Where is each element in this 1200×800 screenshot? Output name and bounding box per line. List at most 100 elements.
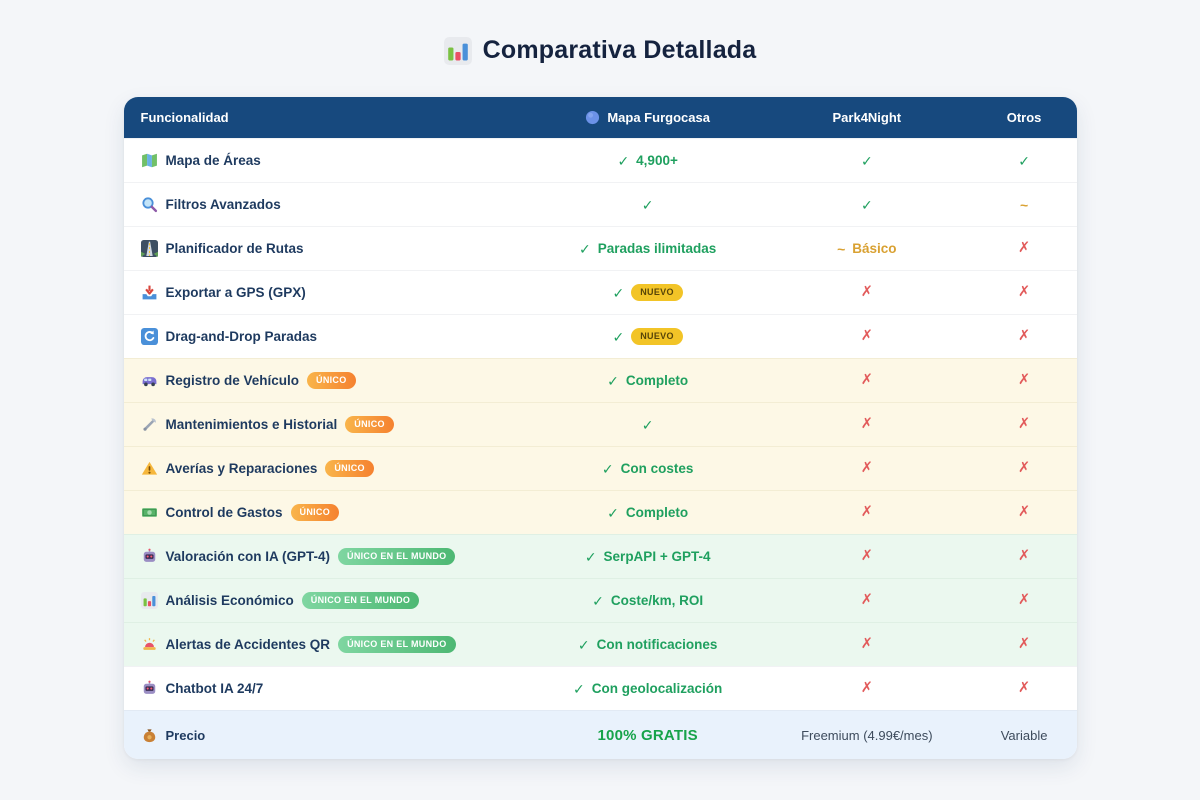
furgocasa-cell: ✓ Completo xyxy=(533,505,762,520)
otros-cell: ✗ xyxy=(972,241,1077,256)
check-mark: ✓ xyxy=(601,460,614,477)
cross-mark: ✗ xyxy=(860,504,873,521)
otros-cell: ✓ xyxy=(972,154,1077,168)
price-value: 100% GRATIS xyxy=(597,726,698,744)
table-row: Valoración con IA (GPT-4) ÚNICO EN EL MUN… xyxy=(123,534,1077,578)
warning-icon xyxy=(141,460,158,477)
feature-label: Filtros Avanzados xyxy=(165,197,281,212)
check-mark: ✓ xyxy=(860,152,873,169)
check-mark: ✓ xyxy=(592,592,604,609)
header-otros: Otros xyxy=(972,110,1077,125)
feature-cell: Alertas de Accidentes QR ÚNICO EN EL MUND… xyxy=(124,636,534,653)
price-value: Freemium (4.99€/mes) xyxy=(801,727,933,743)
header-furgocasa-label: Mapa Furgocasa xyxy=(607,110,710,125)
feature-cell: Registro de Vehículo ÚNICO xyxy=(124,372,534,389)
feature-cell: Filtros Avanzados xyxy=(124,196,534,213)
reload-icon xyxy=(140,328,158,345)
value-text: SerpAPI + GPT-4 xyxy=(603,549,711,564)
header-otros-label: Otros xyxy=(1006,110,1042,125)
check-mark: ✓ xyxy=(641,416,654,433)
value-text: Completo xyxy=(625,505,689,520)
cross-mark: ✗ xyxy=(860,416,873,433)
price-row: Precio 100% GRATIS Freemium (4.99€/mes) Var… xyxy=(123,710,1077,759)
otros-cell: ✗ xyxy=(972,637,1077,652)
table-row: Averías y Reparaciones ÚNICO ✓ Con costes ✗ ✗ xyxy=(123,446,1077,490)
otros-cell: ✗ xyxy=(972,681,1077,696)
furgocasa-cell: ✓ Con notificaciones xyxy=(533,637,762,652)
table-row: Exportar a GPS (GPX) ✓ NUEVO ✗ ✗ xyxy=(123,270,1077,314)
park4night-cell: ✗ xyxy=(762,681,972,696)
cross-mark: ✗ xyxy=(1017,592,1031,609)
value-text: Coste/km, ROI xyxy=(610,593,704,608)
park4night-cell: ✓ xyxy=(762,154,972,168)
bar-chart-icon xyxy=(140,592,158,609)
cross-mark: ✗ xyxy=(1017,636,1031,653)
feature-label: Registro de Vehículo xyxy=(165,373,300,388)
otros-cell: ✗ xyxy=(972,593,1077,608)
table-row: Análisis Económico ÚNICO EN EL MUNDO ✓ Cost… xyxy=(123,578,1077,622)
cross-mark: ✗ xyxy=(860,328,873,345)
otros-cell: ~ xyxy=(972,198,1077,212)
cross-mark: ✗ xyxy=(860,548,873,565)
table-body: Mapa de Áreas ✓ 4,900+ ✓ ✓ Filtros Avanzados ✓… xyxy=(123,138,1077,710)
feature-label: Análisis Económico xyxy=(165,593,294,608)
furgocasa-cell: ✓ Paradas ilimitadas xyxy=(533,241,762,256)
cross-mark: ✗ xyxy=(860,680,873,697)
otros-cell: ✗ xyxy=(972,285,1077,300)
siren-icon xyxy=(141,636,158,653)
check-mark: ✓ xyxy=(860,196,873,213)
motorway-icon xyxy=(140,240,158,257)
park4night-cell: ✗ xyxy=(762,461,972,476)
feature-cell: Valoración con IA (GPT-4) ÚNICO EN EL MUN… xyxy=(124,548,534,565)
unico-badge: ÚNICO xyxy=(307,372,356,389)
world-map-icon xyxy=(141,152,158,169)
table-row: Drag-and-Drop Paradas ✓ NUEVO ✗ ✗ xyxy=(123,314,1077,358)
park4night-cell: ✗ xyxy=(762,373,972,388)
value-text: Con costes xyxy=(620,461,694,476)
van-icon xyxy=(141,372,158,389)
header-mapa-furgocasa: Mapa Furgocasa xyxy=(533,110,762,125)
otros-cell: ✗ xyxy=(972,461,1077,476)
cross-mark: ✗ xyxy=(1017,548,1031,565)
feature-label: Mapa de Áreas xyxy=(165,153,261,168)
cross-mark: ✗ xyxy=(860,284,873,301)
magnifier-icon xyxy=(141,196,158,213)
feature-cell: Mantenimientos e Historial ÚNICO xyxy=(124,416,534,433)
check-mark: ✓ xyxy=(573,680,585,697)
header-park4night: Park4Night xyxy=(762,110,972,125)
comparison-table: Funcionalidad Mapa Furgocasa Park4Night … xyxy=(123,97,1077,759)
furgocasa-cell: ✓ SerpAPI + GPT-4 xyxy=(533,549,762,564)
unico-mundo-badge: ÚNICO EN EL MUNDO xyxy=(338,636,456,653)
table-row: Registro de Vehículo ÚNICO ✓ Completo ✗ ✗ xyxy=(123,358,1077,402)
furgocasa-cell: ✓ 4,900+ xyxy=(533,153,762,168)
price-value: Variable xyxy=(1000,727,1048,743)
furgocasa-cell: ✓ Con costes xyxy=(533,461,762,476)
check-mark: ✓ xyxy=(607,504,619,521)
feature-label: Exportar a GPS (GPX) xyxy=(165,285,306,300)
header-funcionalidad: Funcionalidad xyxy=(124,110,534,125)
feature-cell: Precio xyxy=(124,727,534,744)
park4night-cell: ✗ xyxy=(762,549,972,564)
nuevo-badge: NUEVO xyxy=(631,284,683,301)
table-row: Mantenimientos e Historial ÚNICO ✓ ✗ ✗ xyxy=(123,402,1077,446)
furgocasa-cell: ✓ Completo xyxy=(533,373,762,388)
cross-mark: ✗ xyxy=(1017,240,1031,257)
check-mark: ✓ xyxy=(1018,152,1030,169)
cross-mark: ✗ xyxy=(860,460,873,477)
feature-label: Precio xyxy=(165,727,206,743)
feature-cell: Mapa de Áreas xyxy=(124,152,534,169)
check-mark: ✓ xyxy=(612,328,625,345)
cross-mark: ✗ xyxy=(1017,460,1031,477)
feature-label: Alertas de Accidentes QR xyxy=(165,637,331,652)
feature-cell: Control de Gastos ÚNICO xyxy=(124,504,534,521)
feature-label: Planificador de Rutas xyxy=(165,241,304,256)
unico-badge: ÚNICO xyxy=(290,504,340,521)
banknote-icon xyxy=(141,504,158,521)
cross-mark: ✗ xyxy=(1017,284,1031,301)
unico-badge: ÚNICO xyxy=(345,416,394,433)
furgocasa-cell: ✓ xyxy=(533,418,762,432)
wrench-icon xyxy=(141,416,158,433)
furgocasa-cell: ✓ NUEVO xyxy=(533,284,762,301)
unico-mundo-badge: ÚNICO EN EL MUNDO xyxy=(338,548,456,565)
value-text: Con geolocalización xyxy=(591,681,723,696)
